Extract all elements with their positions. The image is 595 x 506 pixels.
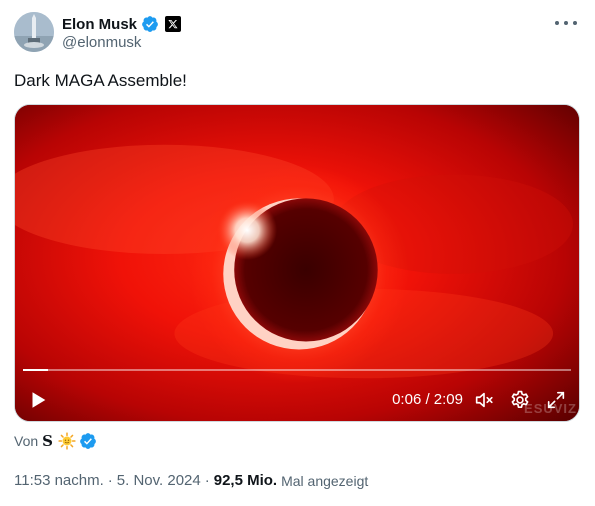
tweet-time[interactable]: 11:53 nachm. [14, 472, 104, 489]
source-prefix: Von [14, 433, 39, 449]
avatar[interactable] [14, 12, 54, 52]
avatar-image [14, 12, 54, 52]
tweet-metadata: 11:53 nachm. · 5. Nov. 2024 · 92,5 Mio. … [14, 472, 368, 489]
separator: · [204, 472, 210, 489]
video-watermark: ESUVIZ [524, 401, 577, 416]
video-time: 0:06 / 2:09 [392, 391, 463, 408]
video-source-attribution: Von S [14, 431, 97, 451]
video-frame [15, 105, 579, 421]
more-options-icon[interactable] [555, 16, 577, 30]
tweet-header: Elon Musk @elonmusk [14, 12, 581, 54]
separator: · [107, 472, 113, 489]
x-logo-icon[interactable] [165, 16, 182, 32]
verified-badge-icon [142, 16, 158, 32]
views-count[interactable]: 92,5 Mio. [214, 472, 277, 489]
verified-badge-icon [80, 433, 96, 449]
sun-emoji-icon [58, 432, 76, 450]
name-row: Elon Musk [62, 14, 182, 34]
display-name[interactable]: Elon Musk [62, 16, 137, 33]
source-account-name[interactable]: S [42, 432, 53, 450]
tweet-text: Dark MAGA Assemble! [14, 71, 187, 90]
video-progress-bar[interactable] [23, 369, 571, 371]
video-player[interactable]: 0:06 / 2:09 ESUVIZ [14, 104, 580, 422]
views-label: Mal angezeigt [281, 472, 369, 489]
tweet-date[interactable]: 5. Nov. 2024 [117, 472, 201, 489]
muted-speaker-icon[interactable] [473, 389, 495, 411]
handle[interactable]: @elonmusk [62, 34, 141, 51]
video-progress-fill [23, 369, 49, 371]
play-icon[interactable] [27, 389, 49, 411]
